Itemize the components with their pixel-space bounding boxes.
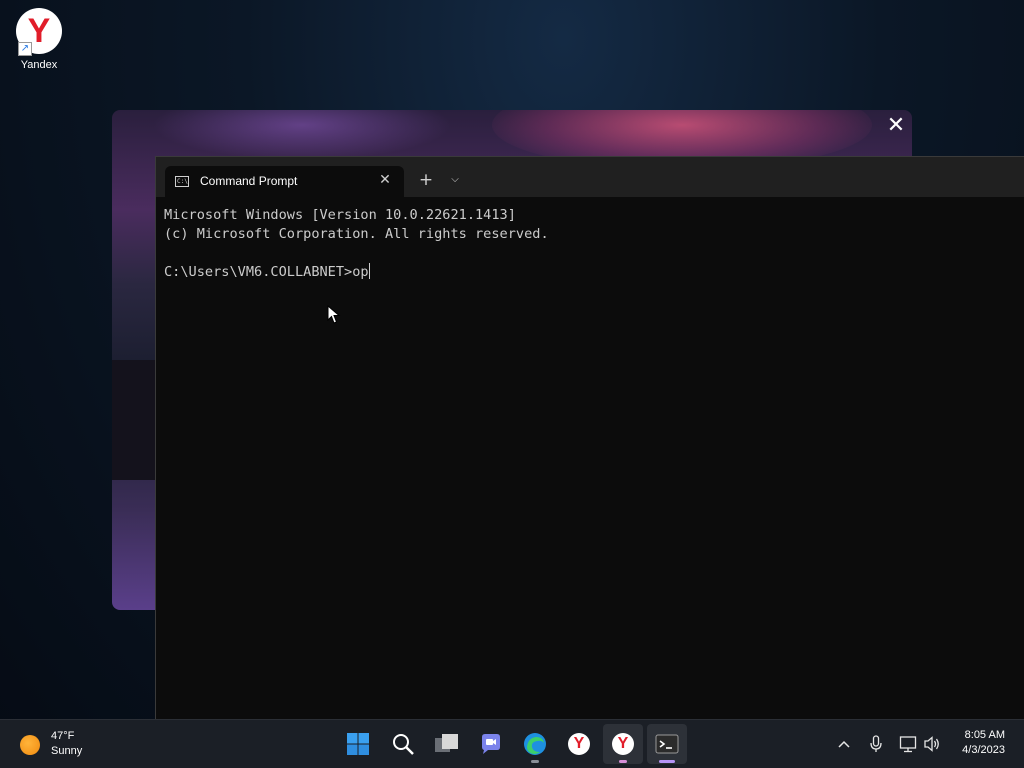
speaker-icon[interactable] bbox=[921, 732, 943, 756]
start-button[interactable] bbox=[338, 724, 378, 764]
network-icon[interactable] bbox=[897, 732, 919, 756]
console-prompt-line[interactable]: C:\Users\VM6.COLLABNET>op bbox=[164, 263, 549, 282]
terminal-icon bbox=[655, 734, 679, 754]
yandex-browser-icon: Y bbox=[568, 733, 590, 755]
console-output[interactable]: Microsoft Windows [Version 10.0.22621.14… bbox=[164, 206, 549, 282]
yandex-active-taskbar-button[interactable]: Y bbox=[603, 724, 643, 764]
console-line: (c) Microsoft Corporation. All rights re… bbox=[164, 226, 549, 242]
preview-glow-left bbox=[152, 110, 452, 160]
search-button[interactable] bbox=[383, 724, 423, 764]
terminal-titlebar[interactable]: C:\ Command Prompt ✕ + ⌵ bbox=[156, 157, 1024, 197]
yandex-taskbar-button[interactable]: Y bbox=[559, 724, 599, 764]
running-indicator bbox=[531, 760, 539, 763]
speaker-glyph bbox=[924, 736, 939, 752]
sun-icon bbox=[20, 735, 40, 755]
task-view-icon bbox=[435, 734, 458, 752]
mic-glyph bbox=[870, 735, 882, 752]
tab-command-prompt[interactable]: C:\ Command Prompt ✕ bbox=[165, 166, 404, 197]
tray-chevron-icon[interactable] bbox=[834, 732, 854, 756]
weather-temp: 47°F bbox=[51, 730, 75, 742]
tab-dropdown-button[interactable]: ⌵ bbox=[444, 169, 466, 191]
chevron-up-icon bbox=[838, 740, 850, 748]
teams-chat-icon bbox=[482, 734, 500, 754]
teams-chat-button[interactable] bbox=[471, 724, 511, 764]
text-cursor bbox=[368, 263, 370, 279]
mouse-pointer-icon bbox=[327, 305, 341, 324]
terminal-taskbar-button[interactable] bbox=[647, 724, 687, 764]
edge-button[interactable] bbox=[515, 724, 555, 764]
new-tab-button[interactable]: + bbox=[414, 169, 438, 191]
clock-date: 4/3/2023 bbox=[962, 744, 1005, 756]
cmd-icon: C:\ bbox=[175, 176, 189, 187]
console-prompt-text: C:\Users\VM6.COLLABNET>op bbox=[164, 264, 369, 280]
taskbar: 47°F Sunny Y Y 8:05 AM 4/3/2023 bbox=[0, 719, 1024, 768]
clock-time: 8:05 AM bbox=[964, 729, 1005, 741]
weather-condition: Sunny bbox=[51, 745, 83, 757]
desktop-icon-label: Yandex bbox=[20, 59, 58, 71]
system-clock[interactable]: 8:05 AM 4/3/2023 bbox=[962, 728, 1005, 758]
yandex-browser-icon: Y ↗ bbox=[16, 8, 62, 56]
windows-start-icon bbox=[347, 733, 369, 755]
tab-title: Command Prompt bbox=[200, 174, 298, 188]
yandex-browser-icon: Y bbox=[612, 733, 634, 755]
running-indicator bbox=[619, 760, 627, 763]
microphone-icon[interactable] bbox=[866, 732, 886, 756]
network-glyph bbox=[899, 736, 917, 753]
tab-close-icon[interactable]: ✕ bbox=[375, 169, 395, 191]
search-icon bbox=[393, 734, 414, 755]
running-indicator bbox=[659, 760, 675, 763]
terminal-window[interactable]: C:\ Command Prompt ✕ + ⌵ Microsoft Windo… bbox=[155, 156, 1024, 721]
snap-preview-close-icon[interactable]: ✕ bbox=[883, 113, 909, 139]
task-view-button[interactable] bbox=[427, 724, 467, 764]
console-line-blank: ​ bbox=[164, 244, 549, 263]
console-line: Microsoft Windows [Version 10.0.22621.14… bbox=[164, 207, 516, 223]
shortcut-arrow-icon: ↗ bbox=[18, 42, 32, 56]
desktop-icon-yandex[interactable]: Y ↗ Yandex bbox=[12, 8, 66, 71]
edge-icon bbox=[524, 733, 546, 755]
